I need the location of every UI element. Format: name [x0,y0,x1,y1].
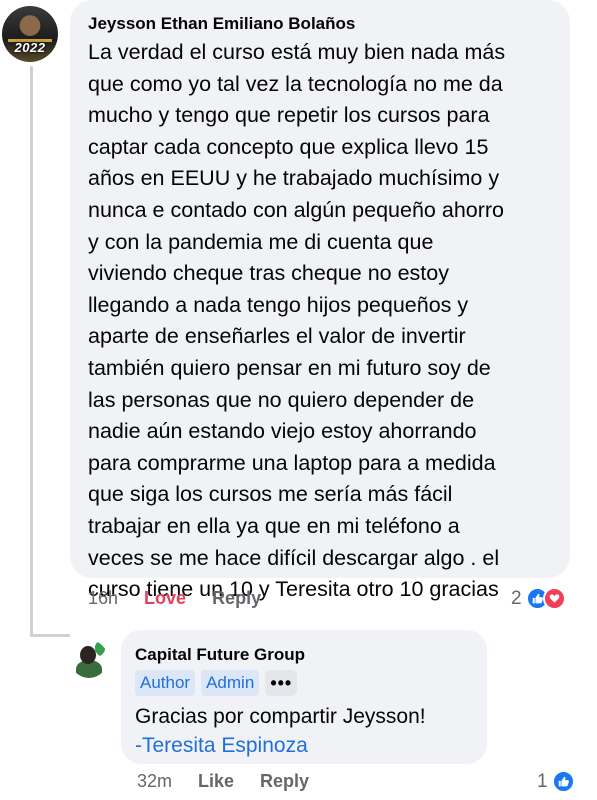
more-options-button[interactable]: ••• [265,670,298,696]
comment-line: años en EEUU y he trabajado muchísimo y [88,166,500,191]
comment-line: las personas que no quiero depender de [88,387,475,412]
comment-line: veces se me hace difícil descargar algo … [88,545,500,570]
comment-line: nunca e contado con algún pequeño ahorro [88,197,505,222]
reply-text: Gracias por compartir Jeysson! -Teresita… [135,702,475,760]
comment-line: aparte de enseñarles el valor de inverti… [88,324,466,349]
reply-signature: -Teresita Espinoza [135,734,308,757]
comment-line: para comprarme una laptop para a medida [88,450,496,475]
reply-reaction-summary[interactable]: 1 [537,770,575,793]
like-button[interactable]: Like [198,771,234,792]
thread-connector [30,634,70,637]
comment-text: La verdad el curso está muy bien nada má… [88,37,556,606]
comment-line: captar cada concepto que explica llevo 1… [88,134,489,159]
love-icon [542,587,566,610]
thread-line [30,66,33,636]
reply-timestamp[interactable]: 32m [137,771,172,792]
reaction-summary[interactable]: 2 [511,587,566,610]
reply-bubble: Capital Future Group Author Admin ••• Gr… [121,630,487,764]
comment-line: que como yo tal vez la tecnología no me … [88,71,503,96]
reaction-count: 2 [511,587,522,609]
comment-actions: 16h Love Reply [88,588,287,609]
reply-avatar[interactable] [70,640,108,678]
comment-line: La verdad el curso está muy bien nada má… [88,40,506,64]
admin-badge: Admin [201,670,260,696]
comment-author[interactable]: Jeysson Ethan Emiliano Bolaños [88,13,556,35]
comment-line: llegando a nada tengo hijos pequeños y [88,292,469,317]
reply-button[interactable]: Reply [212,588,261,609]
comment-line: nadie aún estando viejo estoy ahorrando [88,419,477,444]
comment-timestamp[interactable]: 16h [88,588,118,609]
comment-line: también quiero pensar en mi futuro soy d… [88,355,491,380]
reply-line: Gracias por compartir Jeysson! [135,705,426,728]
comment-line: que siga los cursos me sería más fácil [88,482,453,507]
love-button[interactable]: Love [144,588,186,609]
reply-reaction-count: 1 [537,770,548,792]
comment-line: y con la pandemia me di cuenta que [88,229,434,254]
avatar[interactable]: 2022 [2,6,58,62]
author-badges: Author Admin ••• [135,670,475,696]
like-icon [551,770,575,793]
reply-actions: 32m Like Reply [137,771,335,792]
comment-line: viviendo cheque tras cheque no estoy [88,261,449,286]
reply-reply-button[interactable]: Reply [260,771,309,792]
avatar-head [80,646,96,664]
comment-line: trabajar en ella ya que en mi teléfono a [88,513,460,538]
comment-bubble: Jeysson Ethan Emiliano Bolaños La verdad… [70,0,570,601]
avatar-year-text: 2022 [14,40,46,55]
comment-line: mucho y tengo que repetir los cursos par… [88,103,490,128]
author-badge: Author [135,670,196,696]
reply-author[interactable]: Capital Future Group [135,644,475,666]
